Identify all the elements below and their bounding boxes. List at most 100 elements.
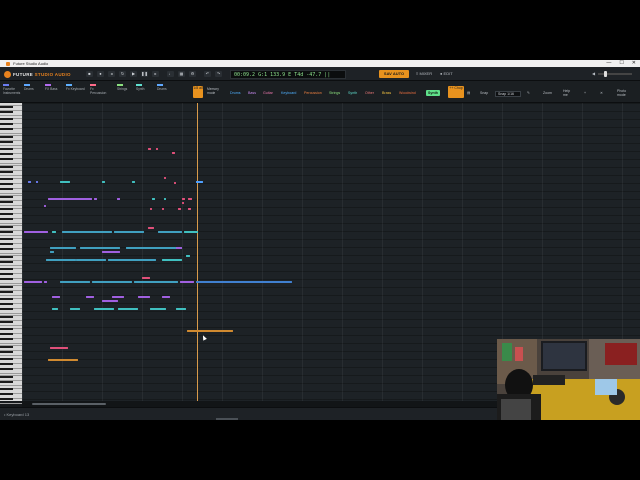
record-icon[interactable]: ●	[97, 71, 104, 77]
piano-black-key[interactable]	[0, 268, 13, 270]
note-block[interactable]	[178, 208, 181, 210]
note-block[interactable]	[118, 308, 138, 310]
piano-black-key[interactable]	[0, 328, 13, 330]
note-block[interactable]	[44, 205, 46, 207]
piano-black-key[interactable]	[0, 123, 13, 125]
filter-strings[interactable]: Strings	[327, 90, 342, 96]
note-block[interactable]	[156, 148, 158, 150]
synth-active-pill[interactable]: Synth	[426, 90, 440, 96]
pattern-button[interactable]: 1/8 all	[193, 86, 203, 98]
piano-black-key[interactable]	[0, 170, 13, 173]
piano-black-key[interactable]	[0, 225, 13, 228]
piano-black-key[interactable]	[0, 188, 13, 190]
piano-black-key[interactable]	[0, 303, 13, 305]
piano-black-key[interactable]	[0, 230, 13, 233]
metronome-icon[interactable]: ♩	[167, 71, 174, 77]
note-block[interactable]	[60, 281, 90, 283]
category-item[interactable]: Fx Percussion	[90, 84, 110, 100]
piano-black-key[interactable]	[0, 178, 13, 180]
category-item[interactable]: FX Bass	[45, 84, 65, 100]
piano-black-key[interactable]	[0, 375, 13, 378]
note-block[interactable]	[164, 177, 166, 179]
note-block[interactable]	[52, 308, 58, 310]
note-block[interactable]	[187, 330, 233, 332]
tool-icon[interactable]: ✎	[527, 89, 530, 97]
chop-button[interactable]: ++ Chop	[448, 86, 464, 98]
piano-black-key[interactable]	[0, 308, 13, 310]
note-block[interactable]	[92, 281, 132, 283]
note-block[interactable]	[114, 231, 144, 233]
filter-synth[interactable]: Synth	[346, 90, 359, 96]
note-block[interactable]	[70, 308, 80, 310]
note-block[interactable]	[174, 182, 176, 184]
note-block[interactable]	[126, 247, 182, 249]
piano-black-key[interactable]	[0, 315, 13, 318]
note-block[interactable]	[182, 198, 185, 200]
note-block[interactable]	[50, 347, 68, 349]
filter-woodwind[interactable]: Woodwind	[397, 90, 418, 96]
note-block[interactable]	[184, 231, 198, 233]
piano-black-key[interactable]	[0, 350, 13, 353]
minimize-icon[interactable]: —	[606, 60, 611, 67]
playhead[interactable]	[196, 103, 198, 401]
piano-black-key[interactable]	[0, 358, 13, 360]
note-block[interactable]	[60, 181, 70, 183]
piano-black-key[interactable]	[0, 153, 13, 155]
note-block[interactable]	[148, 227, 154, 229]
note-block[interactable]	[52, 296, 60, 298]
note-block[interactable]	[150, 208, 152, 210]
category-item[interactable]: Synth	[136, 84, 156, 100]
edit-button[interactable]: ● EDIT	[440, 70, 453, 78]
piano-black-key[interactable]	[0, 195, 13, 198]
piano-black-key[interactable]	[0, 398, 13, 400]
rewind-icon[interactable]: ◂	[108, 71, 115, 77]
filter-drums[interactable]: Drums	[228, 90, 243, 96]
filter-guitar[interactable]: Guitar	[261, 90, 275, 96]
note-block[interactable]	[188, 208, 191, 210]
piano-black-key[interactable]	[0, 368, 13, 370]
note-block[interactable]	[102, 300, 118, 302]
filter-bass[interactable]: Bass	[246, 90, 258, 96]
note-block[interactable]	[196, 181, 203, 183]
piano-black-key[interactable]	[0, 388, 13, 390]
piano-black-key[interactable]	[0, 248, 13, 250]
piano-black-key[interactable]	[0, 118, 13, 120]
close-panel-icon[interactable]: ✕	[600, 89, 603, 97]
piano-black-key[interactable]	[0, 255, 13, 258]
note-block[interactable]	[62, 231, 112, 233]
piano-black-key[interactable]	[0, 135, 13, 138]
mixer-button[interactable]: ≡ MIXER	[416, 70, 432, 78]
undo-icon[interactable]: ↶	[204, 71, 211, 77]
stop-icon[interactable]: ■	[86, 71, 93, 77]
piano-keyboard[interactable]	[0, 103, 22, 404]
note-block[interactable]	[182, 202, 184, 204]
piano-black-key[interactable]	[0, 278, 13, 280]
piano-black-key[interactable]	[0, 140, 13, 143]
note-block[interactable]	[86, 296, 94, 298]
piano-black-key[interactable]	[0, 333, 13, 335]
volume-knob[interactable]	[604, 71, 607, 77]
category-item[interactable]: Fx Keyboard	[66, 84, 86, 100]
note-block[interactable]	[46, 259, 76, 261]
filter-brass[interactable]: Brass	[380, 90, 393, 96]
piano-black-key[interactable]	[0, 238, 13, 240]
note-block[interactable]	[117, 198, 120, 200]
note-block[interactable]	[108, 259, 156, 261]
note-block[interactable]	[36, 181, 38, 183]
note-block[interactable]	[176, 247, 182, 249]
note-block[interactable]	[48, 198, 92, 200]
note-block[interactable]	[134, 281, 178, 283]
piano-black-key[interactable]	[0, 110, 13, 113]
note-block[interactable]	[132, 181, 135, 183]
note-block[interactable]	[48, 359, 78, 361]
note-block[interactable]	[188, 198, 192, 200]
category-item[interactable]: Strings	[117, 84, 137, 100]
category-item[interactable]: Favorite Instruments	[3, 84, 23, 100]
snap-select[interactable]: Snap 1/16	[495, 91, 521, 97]
category-item[interactable]: Drums	[24, 84, 44, 100]
note-block[interactable]	[94, 198, 97, 200]
piano-black-key[interactable]	[0, 213, 13, 215]
loop-icon[interactable]: ↻	[119, 71, 126, 77]
note-block[interactable]	[102, 251, 120, 253]
note-block[interactable]	[50, 247, 76, 249]
